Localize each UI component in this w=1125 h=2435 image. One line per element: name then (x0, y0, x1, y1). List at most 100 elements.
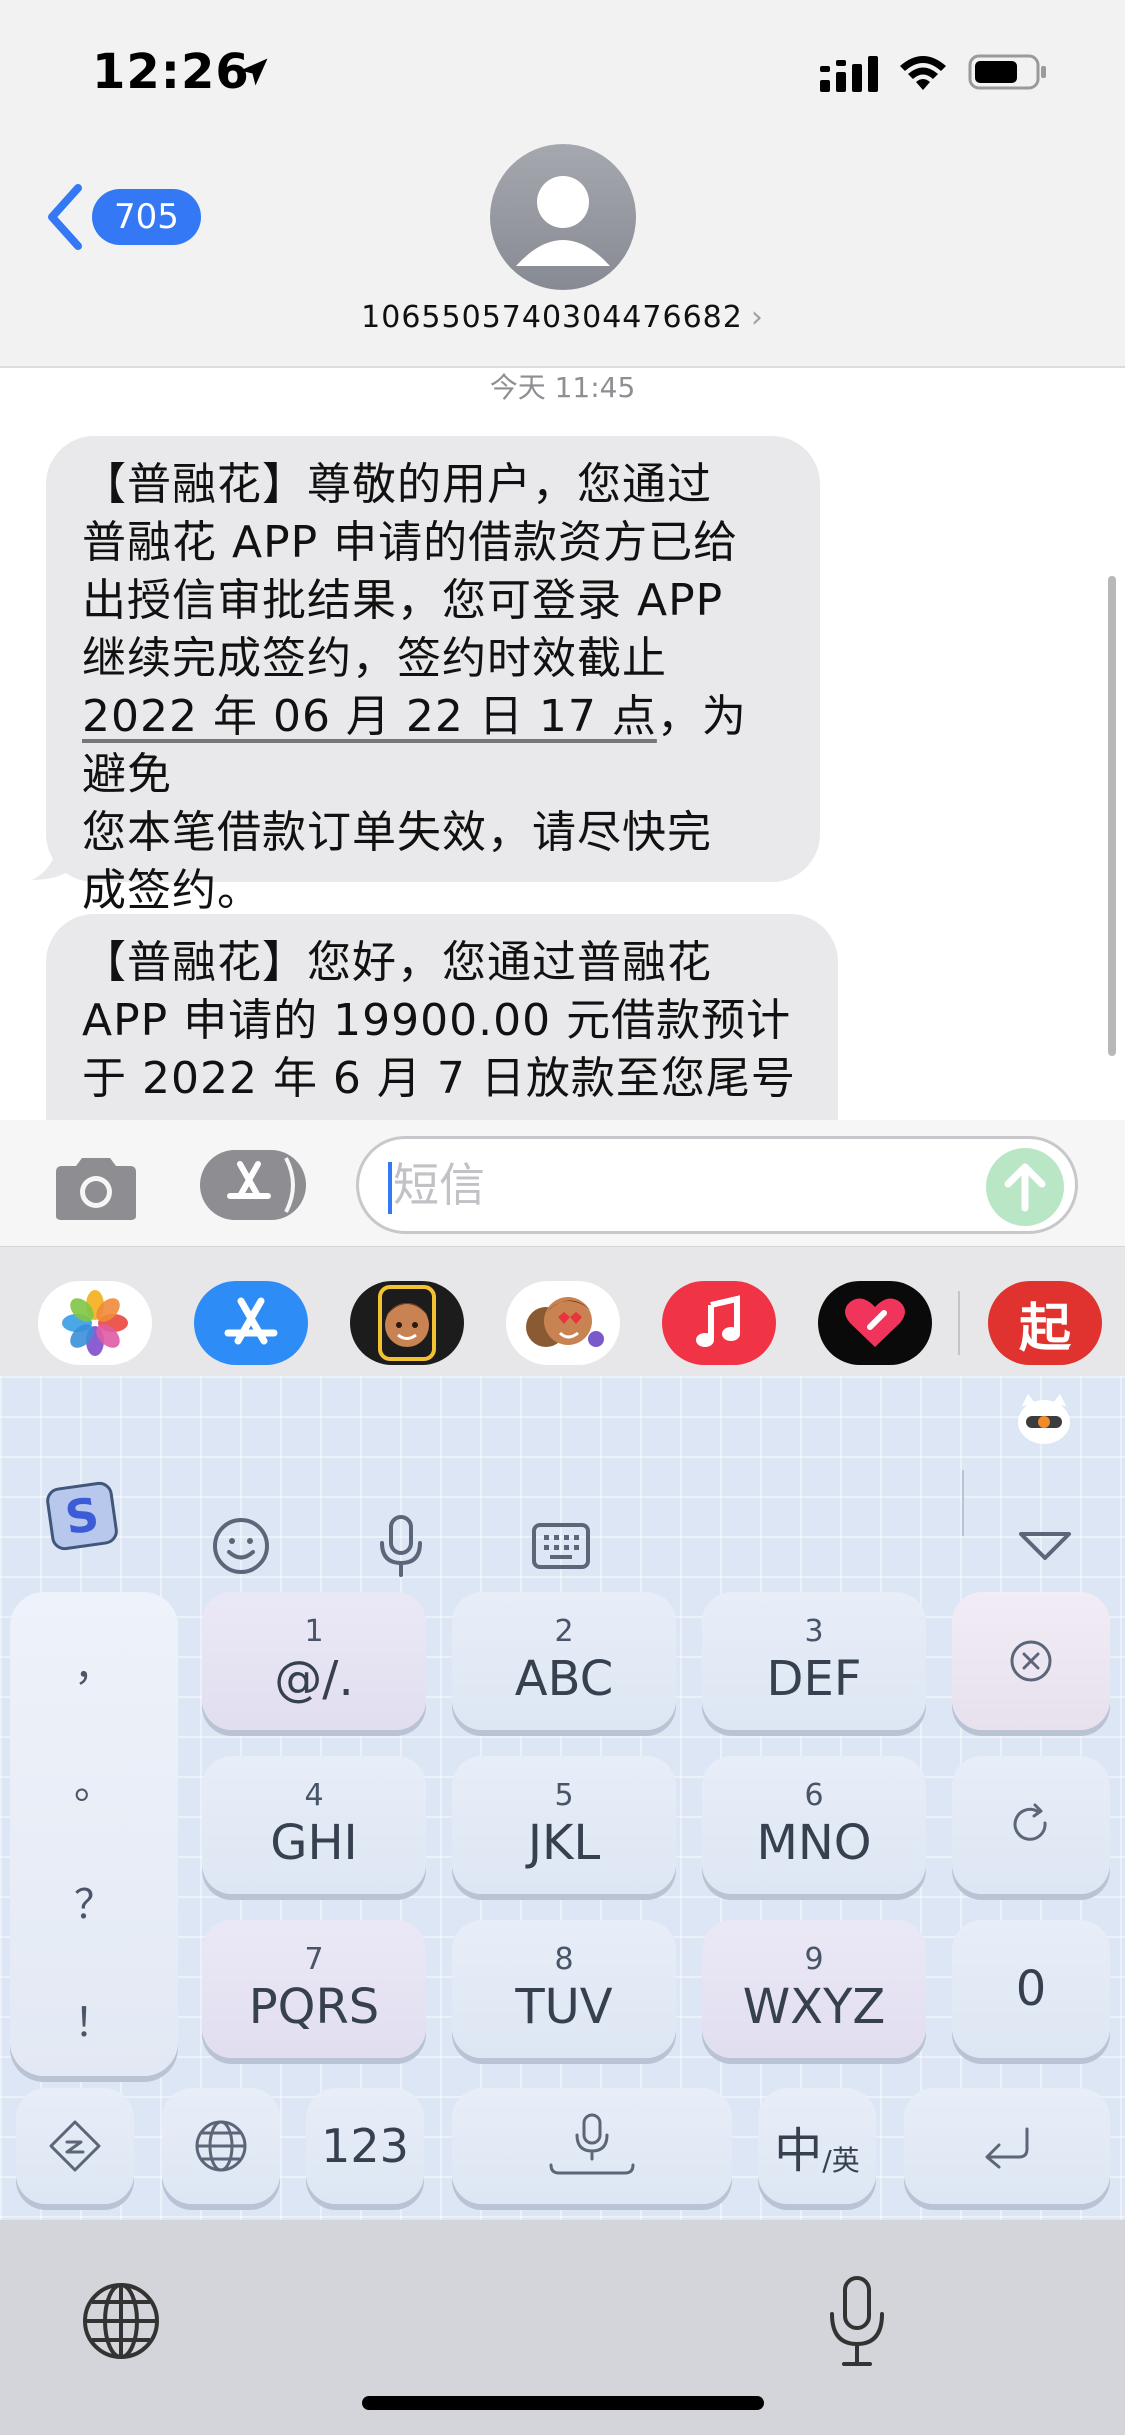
delete-key[interactable] (952, 1592, 1110, 1730)
punct-question-key[interactable]: ？ (10, 1872, 178, 1930)
message-list[interactable]: 今天 11:45 【普融花】尊敬的用户，您通过 普融花 APP 申请的借款资方已… (0, 368, 1125, 1120)
scrollbar[interactable] (1108, 576, 1116, 1056)
key-letters: GHI (270, 1815, 358, 1871)
music-app-icon[interactable] (662, 1281, 776, 1365)
message-line: 于 2022 年 6 月 7 日放款至您尾号 (82, 1053, 796, 1104)
home-indicator[interactable] (362, 2396, 764, 2410)
return-key[interactable] (904, 2088, 1110, 2204)
send-button[interactable] (986, 1148, 1064, 1226)
key-letters: PQRS (248, 1979, 380, 2035)
person-icon (516, 176, 610, 266)
app-store-icon (227, 1157, 295, 1213)
message-line: 2022 年 06 月 22 日 17 点，为避免 (82, 688, 784, 804)
photos-app-icon[interactable] (38, 1281, 152, 1365)
contact-number-text: 1065505740304476682 (361, 300, 743, 335)
back-button[interactable]: 705 (44, 180, 201, 254)
refresh-icon (1013, 1803, 1047, 1841)
mascot-icon (1018, 1394, 1070, 1444)
emoji-button[interactable] (201, 1506, 281, 1586)
chinese-english-toggle-key[interactable]: 中/英 (758, 2088, 876, 2204)
photos-flower-icon (62, 1290, 128, 1356)
system-keyboard-bar (0, 2220, 1125, 2435)
digital-touch-app-icon[interactable] (818, 1281, 932, 1365)
chevron-right-icon: › (750, 300, 764, 335)
message-line: APP 申请的 19900.00 元借款预计 (82, 995, 792, 1046)
key-number: 6 (804, 1778, 824, 1813)
key-number: 8 (554, 1942, 574, 1977)
bubble-tail (32, 838, 78, 880)
key-6[interactable]: 6 MNO (702, 1756, 926, 1894)
sogou-symbol-key[interactable] (16, 2088, 134, 2204)
animoji-app-icon[interactable] (506, 1281, 620, 1365)
text-caret (388, 1162, 392, 1214)
punct-period-key[interactable]: 。 (10, 1752, 178, 1810)
message-line: 【普融花】尊敬的用户，您通过 (82, 459, 712, 510)
strip-divider (958, 1291, 960, 1355)
message-input[interactable] (356, 1136, 1078, 1234)
globe-icon[interactable] (80, 2280, 162, 2362)
key-number: 4 (304, 1778, 324, 1813)
contact-avatar[interactable] (490, 144, 636, 290)
key-8[interactable]: 8 TUV (452, 1920, 676, 2058)
imessage-app-strip: 起 (0, 1246, 1125, 1376)
music-note-icon (696, 1295, 740, 1347)
hide-keyboard-button[interactable] (1005, 1506, 1085, 1586)
status-time: 12:26 (92, 44, 250, 100)
key-letters: JKL (527, 1815, 601, 1871)
camera-icon[interactable] (50, 1154, 142, 1224)
arrow-up-icon (1004, 1163, 1046, 1212)
sogou-diamond-icon (49, 2120, 101, 2172)
microphone-icon (549, 2113, 635, 2175)
keyboard-icon (532, 1523, 590, 1569)
message-line: 普融花 APP 申请的借款资方已给 (82, 517, 739, 568)
delete-icon (1010, 1640, 1052, 1682)
wifi-icon (900, 56, 946, 90)
lang-main-label: 中 (774, 2123, 823, 2179)
conversation-header: 12:26 705 1065505740304476682 › (0, 0, 1125, 368)
punct-exclaim-key[interactable]: ！ (10, 1990, 178, 2048)
key-letters: WXYZ (742, 1979, 886, 2035)
message-bubble[interactable]: 【普融花】尊敬的用户，您通过 普融花 APP 申请的借款资方已给 出授信审批结果… (46, 436, 820, 916)
keyboard-switch-button[interactable] (521, 1506, 601, 1586)
sogou-logo-button[interactable]: S (42, 1476, 122, 1556)
qidian-app-icon[interactable]: 起 (988, 1281, 1102, 1365)
apps-button[interactable] (200, 1150, 306, 1220)
punct-comma-key[interactable]: ， (10, 1634, 178, 1692)
message-line: 成签约。 (82, 865, 262, 916)
key-3[interactable]: 3 DEF (702, 1592, 926, 1730)
message-bubble[interactable]: 【普融花】您好，您通过普融花 APP 申请的 19900.00 元借款预计 于 … (46, 914, 838, 1120)
language-globe-key[interactable] (162, 2088, 280, 2204)
return-icon (985, 2127, 1029, 2169)
key-letters: TUV (515, 1979, 613, 2035)
key-number: 3 (804, 1614, 824, 1649)
key-zero-label: 0 (1015, 1961, 1047, 2017)
battery-icon (968, 54, 1046, 90)
key-1[interactable]: 1 @/. (202, 1592, 426, 1730)
app-store-app-icon[interactable] (194, 1281, 308, 1365)
key-7[interactable]: 7 PQRS (202, 1920, 426, 2058)
key-2[interactable]: 2 ABC (452, 1592, 676, 1730)
cellular-signal-icon (820, 56, 878, 92)
key-9[interactable]: 9 WXYZ (702, 1920, 926, 2058)
key-number: 5 (554, 1778, 574, 1813)
unread-count-badge: 705 (92, 189, 201, 245)
memoji-app-icon[interactable] (350, 1281, 464, 1365)
key-letters: ABC (514, 1651, 614, 1707)
message-timestamp: 今天 11:45 (489, 371, 636, 404)
contact-number[interactable]: 1065505740304476682 › (0, 300, 1125, 335)
numeric-key[interactable]: 123 (306, 2088, 424, 2204)
chevron-left-icon (48, 184, 82, 250)
key-5[interactable]: 5 JKL (452, 1756, 676, 1894)
sogou-s-icon: S (46, 1481, 118, 1551)
punctuation-column: ， 。 ？ ！ (10, 1592, 178, 2076)
message-line: 继续完成签约，签约时效截止 (82, 633, 667, 684)
dictation-microphone-icon[interactable] (826, 2274, 888, 2370)
date-link[interactable]: 2022 年 06 月 22 日 17 点 (82, 691, 657, 742)
reset-key[interactable] (952, 1756, 1110, 1894)
message-line: 您本笔借款订单失效，请尽快完 (82, 807, 712, 858)
lang-sub-label: /英 (822, 2144, 860, 2177)
voice-input-button[interactable] (361, 1506, 441, 1586)
key-0[interactable]: 0 (952, 1920, 1110, 2058)
space-voice-key[interactable] (452, 2088, 732, 2204)
key-4[interactable]: 4 GHI (202, 1756, 426, 1894)
